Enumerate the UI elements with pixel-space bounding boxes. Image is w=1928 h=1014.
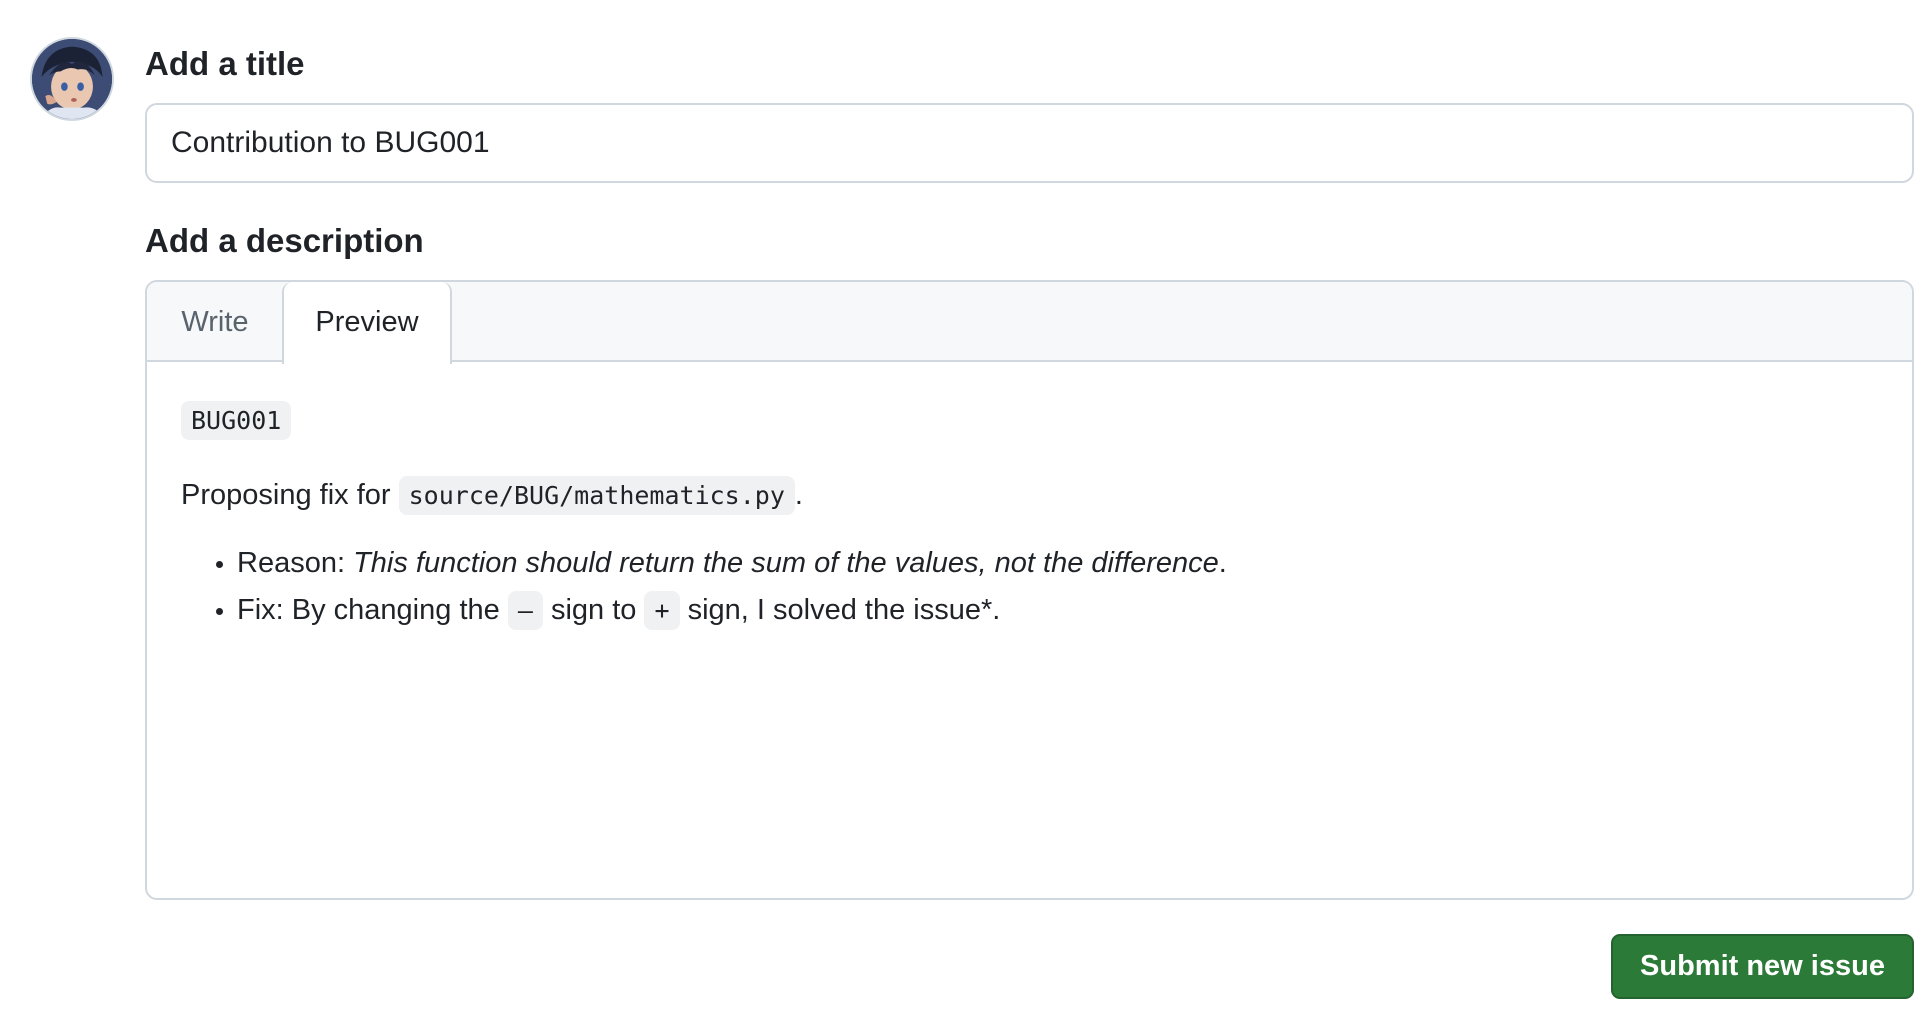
tab-preview[interactable]: Preview bbox=[282, 282, 452, 364]
user-avatar[interactable] bbox=[30, 37, 114, 121]
fix-prefix: Fix: By changing the bbox=[237, 593, 508, 626]
bullet-reason: Reason: This function should return the … bbox=[237, 543, 1878, 584]
reason-label: Reason: bbox=[237, 547, 354, 580]
tab-write[interactable]: Write bbox=[147, 282, 283, 362]
inline-code-bug-id: BUG001 bbox=[181, 401, 292, 440]
reason-text: This function should return the sum of t… bbox=[353, 547, 1219, 580]
fix-middle: sign to bbox=[542, 593, 645, 626]
title-heading: Add a title bbox=[145, 45, 305, 82]
paragraph-prefix: Proposing fix for bbox=[181, 478, 399, 511]
preview-code-line: BUG001 bbox=[181, 400, 1878, 441]
paragraph-suffix: . bbox=[794, 478, 803, 511]
editor-tab-bar: Write Preview bbox=[147, 282, 1912, 364]
reason-suffix: . bbox=[1218, 547, 1227, 580]
description-heading: Add a description bbox=[145, 222, 424, 259]
preview-paragraph: Proposing fix for source/BUG/mathematics… bbox=[181, 475, 1878, 516]
bullet-fix: Fix: By changing the – sign to + sign, I… bbox=[237, 590, 1878, 631]
avatar-image-icon bbox=[32, 39, 112, 119]
preview-content: BUG001 Proposing fix for source/BUG/math… bbox=[147, 362, 1912, 630]
title-input[interactable] bbox=[145, 103, 1914, 183]
inline-code-file-path: source/BUG/mathematics.py bbox=[398, 475, 795, 515]
description-editor: Write Preview BUG001 Proposing fix for s… bbox=[145, 280, 1914, 900]
fix-suffix: sign, I solved the issue*. bbox=[679, 593, 1001, 626]
preview-bullet-list: Reason: This function should return the … bbox=[181, 543, 1878, 630]
inline-code-minus: – bbox=[507, 590, 543, 630]
inline-code-plus: + bbox=[644, 590, 680, 630]
submit-new-issue-button[interactable]: Submit new issue bbox=[1611, 934, 1914, 999]
